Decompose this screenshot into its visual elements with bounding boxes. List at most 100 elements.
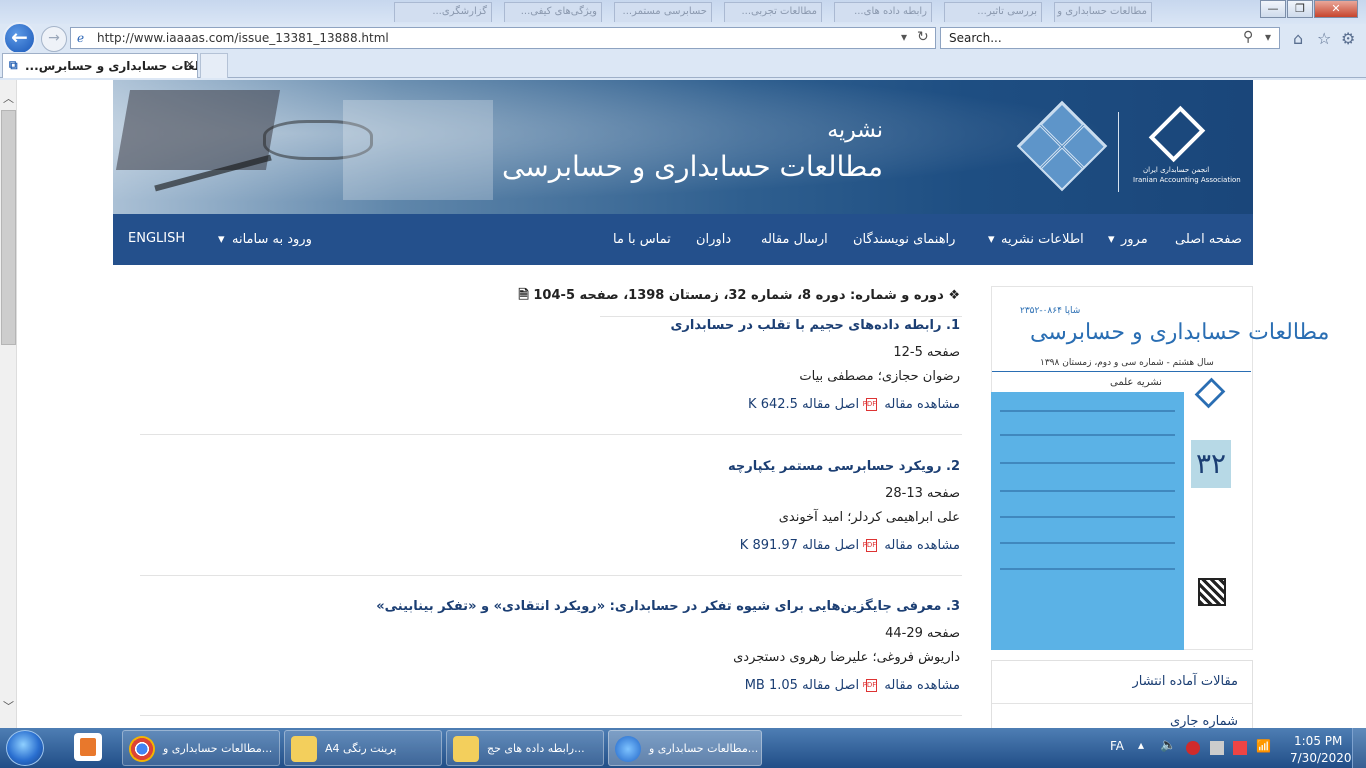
divider — [600, 316, 962, 317]
page-icon: ℯ — [77, 31, 85, 45]
site-favicon-icon: ⧉ — [9, 58, 18, 72]
close-button[interactable]: ✕ — [1314, 0, 1358, 18]
view-article-link[interactable]: مشاهده مقاله — [884, 538, 960, 553]
divider — [140, 575, 962, 576]
nav-browse[interactable]: مرور — [1121, 232, 1148, 247]
minimize-button[interactable]: — — [1260, 0, 1286, 18]
taskbar-ie-window[interactable]: مطالعات حسابداری و... — [608, 730, 762, 766]
cover-issn: شاپا ۰۸۶۴-۲۳۵۲ — [1020, 306, 1081, 316]
file-size: 1.05 MB — [744, 678, 798, 693]
association-name-fa: انجمن حسابداری ایران — [1143, 166, 1210, 174]
taskbar-chrome-window[interactable]: مطالعات حسابداری و... — [122, 730, 280, 766]
nav-journal-info[interactable]: اطلاعات نشریه — [1001, 232, 1084, 247]
forward-button[interactable]: → — [41, 26, 67, 52]
address-bar[interactable]: ℯ http://www.iaaaas.com/issue_13381_1388… — [70, 27, 936, 49]
taskbar-folder-window[interactable]: A4 پرینت رنگی — [284, 730, 442, 766]
show-desktop-button[interactable] — [1352, 728, 1366, 768]
home-icon[interactable]: ⌂ — [1293, 29, 1303, 48]
search-input[interactable]: Search... ⚲ ▾ — [940, 27, 1280, 49]
network-icon[interactable]: 📶 — [1256, 739, 1271, 753]
pdf-link[interactable]: اصل مقاله — [802, 397, 859, 412]
article-pages: صفحه 29-44 — [885, 626, 960, 641]
browser-chrome: مطالعات حسابداری و ... بررسی تاثیر... را… — [0, 0, 1366, 80]
main-nav: صفحه اصلی ▾ مرور ▾ اطلاعات نشریه راهنمای… — [113, 214, 1253, 265]
article-links: مشاهده مقاله PDF اصل مقاله 1.05 MB — [745, 678, 960, 693]
article-pages: صفحه 13-28 — [885, 486, 960, 501]
article-title[interactable]: 3. معرفی جایگزین‌هایی برای شیوه تفکر در … — [376, 599, 960, 614]
action-center-icon[interactable] — [1233, 741, 1247, 755]
media-player-icon[interactable] — [74, 733, 102, 761]
nav-reviewers[interactable]: داوران — [696, 232, 731, 247]
dropdown-icon[interactable]: ▾ — [901, 30, 907, 44]
cover-issue-number: ۳۲ — [1191, 440, 1231, 488]
nav-submit[interactable]: ارسال مقاله — [761, 232, 828, 247]
sidebar-link-current-issue[interactable]: شماره جاری — [1170, 714, 1238, 729]
article-title[interactable]: 1. رابطه داده‌های حجیم با تقلب در حسابدا… — [670, 318, 960, 333]
active-tab[interactable]: ⧉ ...مطالعات حسابداری و حسابرس ✕ — [2, 53, 198, 78]
flag-icon[interactable] — [1210, 741, 1224, 755]
new-tab-button[interactable] — [200, 53, 228, 78]
nav-chevron-down-icon[interactable]: ▾ — [988, 232, 995, 247]
tray-arrow-icon[interactable]: ▴ — [1138, 738, 1144, 752]
taskbar-label: A4 پرینت رنگی — [325, 742, 397, 755]
language-indicator[interactable]: FA — [1110, 739, 1124, 753]
clock-date[interactable]: 7/30/2020 — [1290, 751, 1352, 765]
cover-toc-line — [1000, 490, 1175, 492]
back-button[interactable]: ← — [3, 22, 36, 55]
ie-icon — [615, 736, 641, 762]
nav-chevron-down-icon[interactable]: ▾ — [218, 232, 225, 247]
nav-login[interactable]: ورود به سامانه — [232, 232, 312, 247]
taskbar-folder-window[interactable]: رابطه داده های حج... — [446, 730, 604, 766]
qr-code-icon — [1198, 578, 1226, 606]
pdf-link[interactable]: اصل مقاله — [802, 538, 859, 553]
background-tab[interactable]: حسابرسی مستمر... — [614, 2, 712, 22]
pdf-link[interactable]: اصل مقاله — [802, 678, 859, 693]
background-tab[interactable]: مطالعات حسابداری و ... — [1054, 2, 1152, 22]
antivirus-icon[interactable] — [1186, 741, 1200, 755]
speaker-icon[interactable]: 🔈 — [1160, 738, 1176, 753]
article-authors: علی ابراهیمی کردلر؛ امید آخوندی — [778, 510, 960, 525]
header-title: مطالعات حسابداری و حسابرسی — [501, 150, 883, 183]
gear-icon[interactable]: ⚙ — [1341, 29, 1355, 48]
start-button[interactable] — [6, 730, 44, 766]
nav-author-guide[interactable]: راهنمای نویسندگان — [853, 232, 955, 247]
scroll-down-icon[interactable]: ﹀ — [3, 698, 14, 714]
chrome-icon — [129, 736, 155, 762]
divider — [992, 703, 1252, 704]
star-icon[interactable]: ☆ — [1317, 29, 1331, 48]
nav-contact[interactable]: تماس با ما — [613, 232, 671, 247]
cover-toc-line — [1000, 516, 1175, 518]
scroll-thumb[interactable] — [1, 110, 16, 345]
background-tab[interactable]: بررسی تاثیر... — [944, 2, 1042, 22]
refresh-icon[interactable]: ↻ — [917, 29, 929, 45]
view-article-link[interactable]: مشاهده مقاله — [884, 397, 960, 412]
file-size: 642.5 K — [748, 397, 798, 412]
maximize-button[interactable]: ❐ — [1287, 0, 1313, 18]
background-tab-strip: مطالعات حسابداری و ... بررسی تاثیر... را… — [0, 0, 1366, 24]
cover-toc-line — [1000, 434, 1175, 436]
clock-time[interactable]: 1:05 PM — [1294, 734, 1342, 748]
view-article-link[interactable]: مشاهده مقاله — [884, 678, 960, 693]
article-authors: رضوان حجازی؛ مصطفی بیات — [799, 369, 960, 384]
close-tab-icon[interactable]: ✕ — [185, 58, 194, 71]
search-icon[interactable]: ⚲ — [1243, 29, 1253, 45]
scroll-up-icon[interactable]: ︿ — [3, 90, 14, 106]
nav-chevron-down-icon[interactable]: ▾ — [1108, 232, 1115, 247]
cover-toc-line — [1000, 462, 1175, 464]
taskbar-label: مطالعات حسابداری و... — [163, 742, 273, 755]
search-dropdown-icon[interactable]: ▾ — [1265, 30, 1271, 44]
nav-home[interactable]: صفحه اصلی — [1175, 232, 1242, 247]
document-icon[interactable]: 🗎 — [518, 288, 528, 303]
header-subtitle: نشریه — [827, 118, 883, 143]
cover-title: مطالعات حسابداری و حسابرسی — [1030, 320, 1330, 345]
divider — [140, 715, 962, 716]
background-tab[interactable]: رابطه داده های... — [834, 2, 932, 22]
cover-rule — [992, 371, 1251, 372]
sidebar-link-in-press[interactable]: مقالات آماده انتشار — [1132, 674, 1238, 689]
article-title[interactable]: 2. رویکرد حسابرسی مستمر یکپارچه — [728, 459, 960, 474]
background-tab[interactable]: مطالعات تجربی... — [724, 2, 822, 22]
nav-english[interactable]: ENGLISH — [128, 231, 185, 246]
background-tab[interactable]: ویژگی‌های کیفی... — [504, 2, 602, 22]
vertical-scrollbar[interactable]: ︿ ﹀ — [0, 80, 17, 728]
background-tab[interactable]: گزارشگری... — [394, 2, 492, 22]
